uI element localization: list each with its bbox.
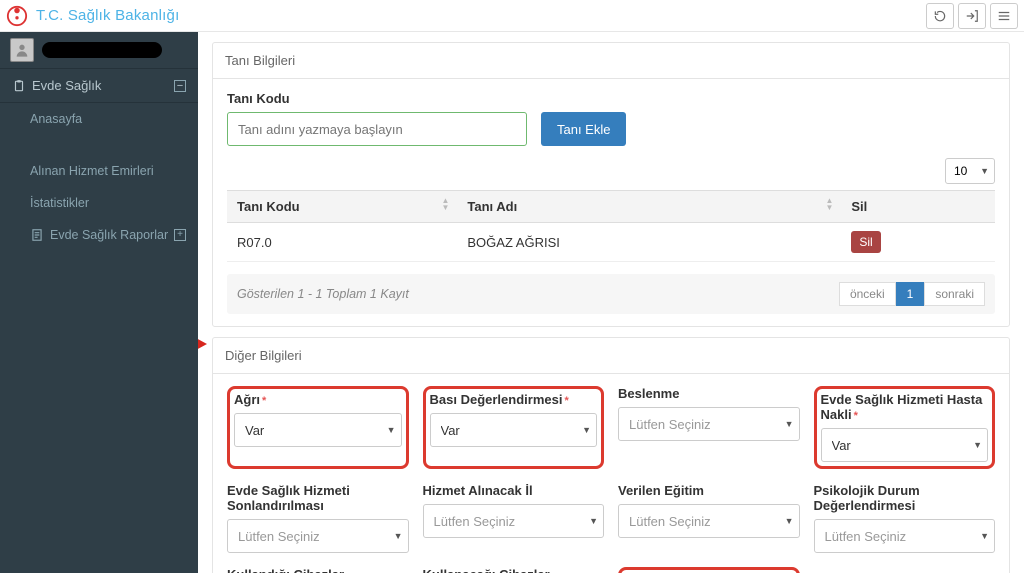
brand: T.C. Sağlık Bakanlığı <box>6 5 179 27</box>
logout-icon <box>965 9 979 23</box>
psiko-field: Psikolojik Durum Değerlendirmesi Lütfen … <box>814 483 996 553</box>
tani-panel: Tanı Bilgileri Tanı Kodu Tanı Ekle 10 ▼ <box>212 42 1010 327</box>
main-content: Tanı Bilgileri Tanı Kodu Tanı Ekle 10 ▼ <box>198 32 1024 573</box>
brand-logo-icon <box>6 5 28 27</box>
sidebar-item-istatistikler[interactable]: İstatistikler <box>0 187 198 219</box>
menu-button[interactable] <box>990 3 1018 29</box>
psiko-label: Psikolojik Durum Değerlendirmesi <box>814 483 996 513</box>
pager-page-1[interactable]: 1 <box>896 282 925 306</box>
diger-panel-title: Diğer Bilgileri <box>225 348 302 363</box>
refresh-button[interactable] <box>926 3 954 29</box>
tani-kodu-input[interactable] <box>227 112 527 146</box>
tani-panel-header: Tanı Bilgileri <box>213 43 1009 79</box>
top-bar-actions <box>926 3 1018 29</box>
agri-field: Ağrı* Var ▼ <box>227 386 409 469</box>
page-size-select[interactable]: 10 <box>945 158 995 184</box>
menu-icon <box>997 9 1011 23</box>
tani-table: Tanı Kodu ▲▼ Tanı Adı ▲▼ Sil <box>227 190 995 262</box>
user-block <box>0 32 198 68</box>
refresh-icon <box>933 9 947 23</box>
diger-panel-header: Diğer Bilgileri <box>213 338 1009 374</box>
minus-icon: − <box>174 80 186 92</box>
beslenme-field: Beslenme Lütfen Seçiniz ▼ <box>618 386 800 469</box>
basi-label: Bası Değerlendirmesi <box>430 392 563 407</box>
sidebar-item-label: İstatistikler <box>30 196 89 210</box>
sidebar-item-label: Evde Sağlık Raporlar <box>50 228 168 242</box>
logout-button[interactable] <box>958 3 986 29</box>
table-info: Gösterilen 1 - 1 Toplam 1 Kayıt <box>237 287 409 301</box>
egitim-select[interactable]: Lütfen Seçiniz <box>618 504 800 538</box>
il-label: Hizmet Alınacak İl <box>423 483 605 498</box>
sidebar-item-label: Alınan Hizmet Emirleri <box>30 164 154 178</box>
basi-select[interactable]: Var <box>430 413 598 447</box>
clipboard-icon <box>12 79 26 93</box>
tani-kodu-label: Tanı Kodu <box>227 91 995 106</box>
avatar <box>10 38 34 62</box>
col-sil: Sil <box>851 199 867 214</box>
sidebar-section-label: Evde Sağlık <box>32 78 101 93</box>
kullandigi-label: Kullandığı Cihazlar <box>227 567 409 573</box>
nakli-select[interactable]: Var <box>821 428 989 462</box>
col-tani-adi[interactable]: Tanı Adı <box>467 199 517 214</box>
sort-icon: ▲▼ <box>441 197 449 211</box>
brand-text: T.C. Sağlık Bakanlığı <box>36 7 179 24</box>
pager-next[interactable]: sonraki <box>924 282 985 306</box>
basi-field: Bası Değerlendirmesi* Var ▼ <box>423 386 605 469</box>
kullandigi-field: Kullandığı Cihazlar Lütfen Seçiniz ▼ <box>227 567 409 573</box>
sidebar-item-raporlar[interactable]: Evde Sağlık Raporlar + <box>0 219 198 251</box>
cell-kod: R07.0 <box>227 223 457 262</box>
pager: önceki 1 sonraki <box>839 282 985 306</box>
agri-label: Ağrı <box>234 392 260 407</box>
beslenme-label: Beslenme <box>618 386 800 401</box>
delete-button[interactable]: Sil <box>851 231 880 253</box>
nakli-label: Evde Sağlık Hizmeti Hasta Nakli <box>821 392 983 422</box>
psiko-select[interactable]: Lütfen Seçiniz <box>814 519 996 553</box>
egitim-field: Verilen Eğitim Lütfen Seçiniz ▼ <box>618 483 800 553</box>
sonlandir-label: Evde Sağlık Hizmeti Sonlandırılması <box>227 483 409 513</box>
top-bar: T.C. Sağlık Bakanlığı <box>0 0 1024 32</box>
diger-panel: Diğer Bilgileri Ağrı* Var ▼ Bası Değerle… <box>212 337 1010 573</box>
user-name-redacted <box>42 42 162 58</box>
col-tani-kodu[interactable]: Tanı Kodu <box>237 199 300 214</box>
user-icon <box>14 42 30 58</box>
sidebar-item-anasayfa[interactable]: Anasayfa <box>0 103 198 135</box>
highlight-arrow-icon <box>198 331 207 357</box>
sidebar-item-label: Anasayfa <box>30 112 82 126</box>
il-field: Hizmet Alınacak İl Lütfen Seçiniz ▼ <box>423 483 605 553</box>
pager-prev[interactable]: önceki <box>839 282 896 306</box>
beslenme-select[interactable]: Lütfen Seçiniz <box>618 407 800 441</box>
table-row: R07.0 BOĞAZ AĞRISI Sil <box>227 223 995 262</box>
nakli-field: Evde Sağlık Hizmeti Hasta Nakli* Var ▼ <box>814 386 996 469</box>
sidebar-section-evde-saglik[interactable]: Evde Sağlık − <box>0 68 198 103</box>
sonlandir-select[interactable]: Lütfen Seçiniz <box>227 519 409 553</box>
cell-ad: BOĞAZ AĞRISI <box>457 223 841 262</box>
sort-icon: ▲▼ <box>825 197 833 211</box>
kullanacagi-field: Kullanacağı Cihazlar Lütfen Seçiniz ▼ <box>423 567 605 573</box>
il-select[interactable]: Lütfen Seçiniz <box>423 504 605 538</box>
plus-icon: + <box>174 229 186 241</box>
agri-select[interactable]: Var <box>234 413 402 447</box>
report-icon <box>30 228 44 242</box>
izlem-field: İzlem İhtiyacı Var Mı?* Hayır ▼ <box>618 567 800 573</box>
tani-ekle-button[interactable]: Tanı Ekle <box>541 112 626 146</box>
sidebar-item-alinan-hizmet[interactable]: Alınan Hizmet Emirleri <box>0 155 198 187</box>
sidebar: Evde Sağlık − Anasayfa Alınan Hizmet Emi… <box>0 32 198 573</box>
kullanacagi-label: Kullanacağı Cihazlar <box>423 567 605 573</box>
sonlandir-field: Evde Sağlık Hizmeti Sonlandırılması Lütf… <box>227 483 409 553</box>
egitim-label: Verilen Eğitim <box>618 483 800 498</box>
